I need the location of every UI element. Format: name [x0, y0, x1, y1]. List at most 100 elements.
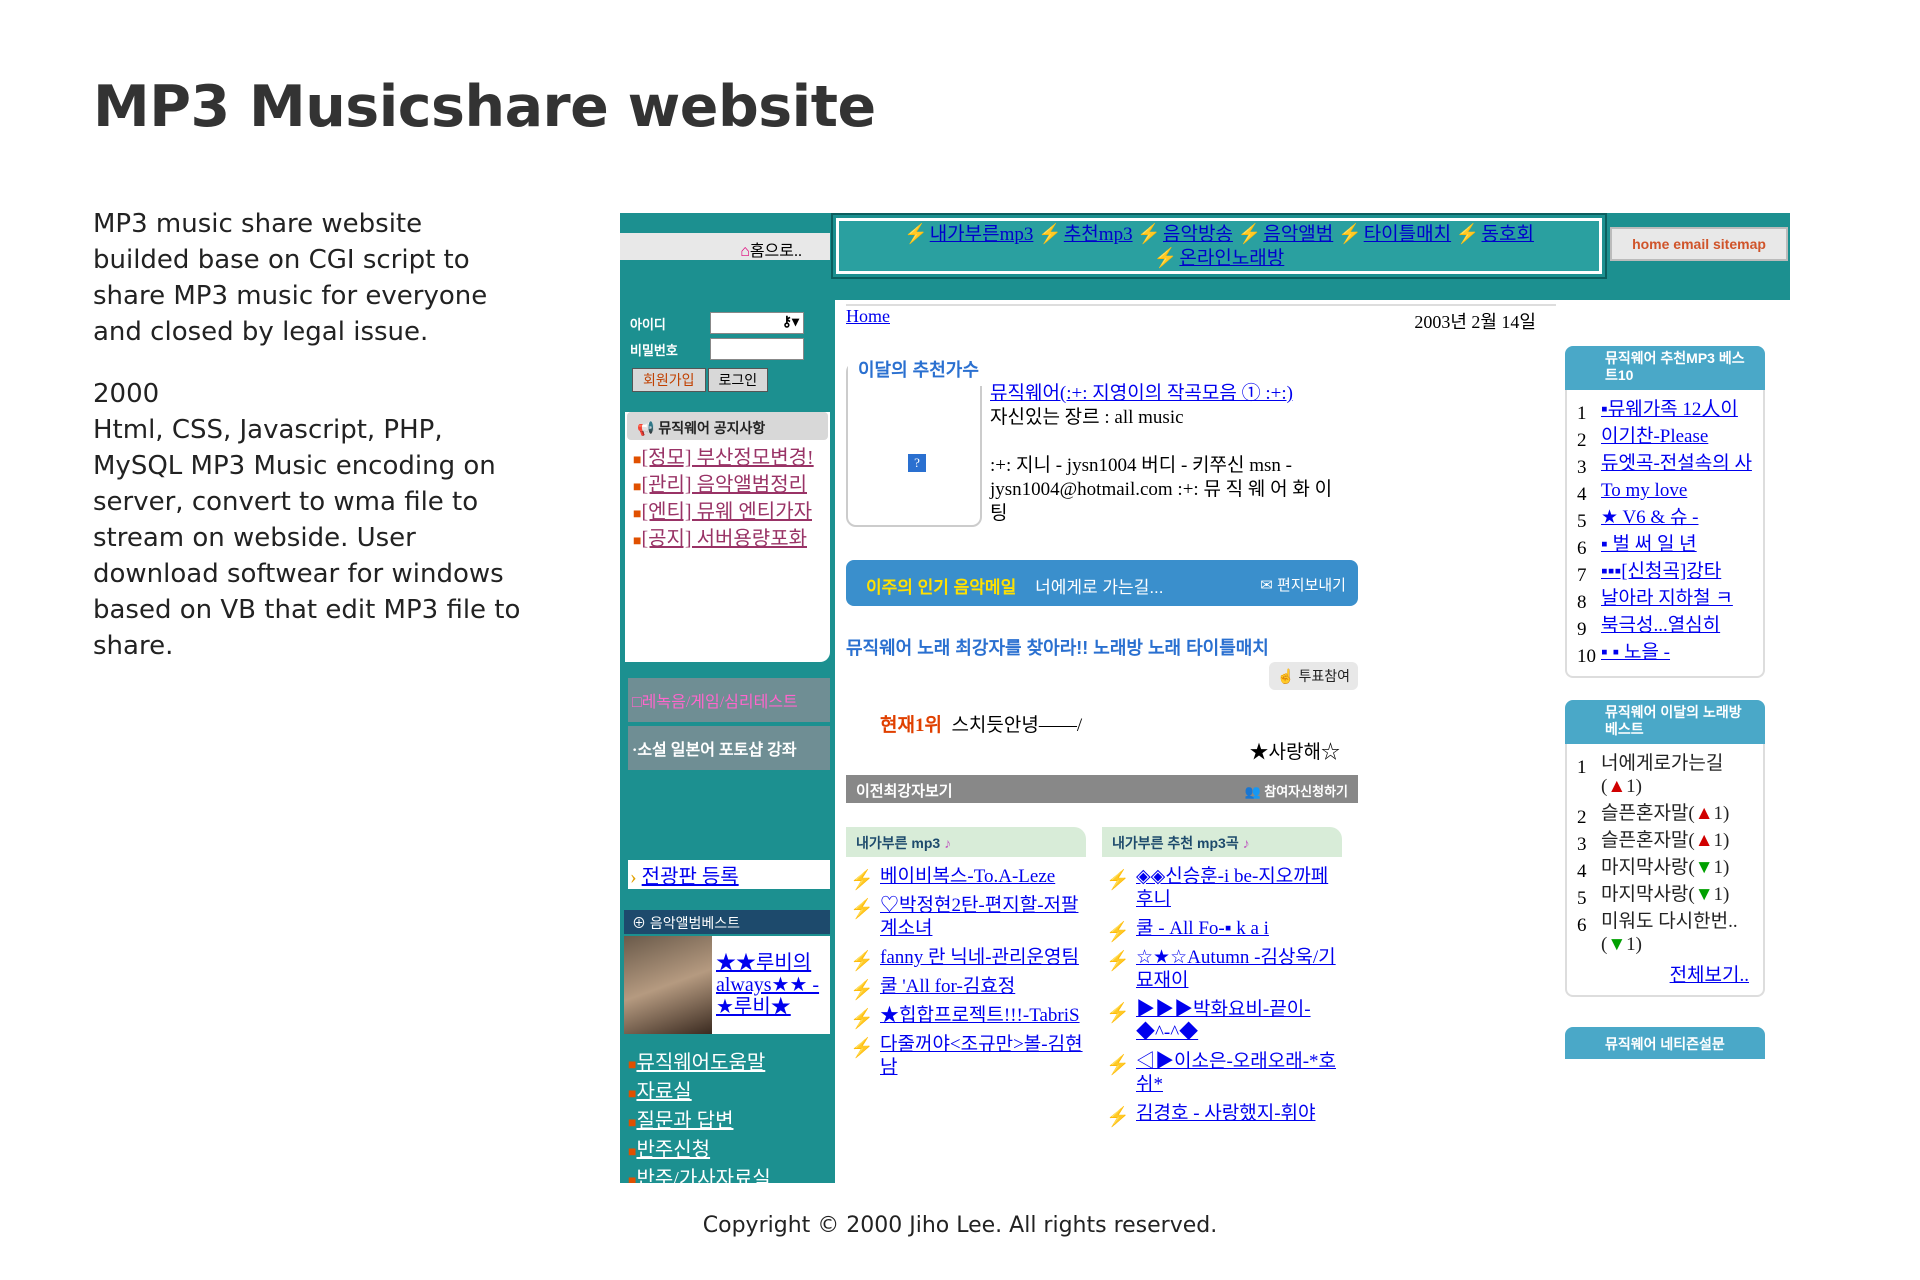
- rank-link[interactable]: To my love: [1601, 480, 1687, 501]
- list-item: ⚡ fanny 란 닉네-관리운영팀: [846, 946, 1086, 972]
- survey-header-text[interactable]: 뮤직웨어 네티즌설문: [1605, 1036, 1725, 1052]
- register-link[interactable]: 전광판 등록: [642, 866, 739, 888]
- top-right-links[interactable]: home email sitemap: [1610, 227, 1788, 261]
- plus-icon: ⊕: [632, 915, 650, 931]
- song-link[interactable]: 베이비복스-To.A-Leze: [880, 866, 1055, 887]
- nav-link[interactable]: 온라인노래방: [1179, 248, 1284, 269]
- featured-artist-link[interactable]: 뮤직웨어(:+: 지영이의 작곡모음 ① :+:): [990, 383, 1293, 404]
- rank-link[interactable]: ▪ 벌 써 일 년: [1601, 534, 1697, 555]
- album-cover[interactable]: [624, 936, 712, 1034]
- vote-button-text[interactable]: 투표참여: [1298, 668, 1350, 684]
- list-item: ⚡ ◈◈신승훈-i be-지오까페후니: [1102, 865, 1342, 911]
- rank-link[interactable]: ▪ ▪ 노을 -: [1601, 642, 1670, 663]
- side-menu-link[interactable]: 반주신청: [636, 1139, 710, 1161]
- song-link[interactable]: 쿨 'All for-김효정: [880, 976, 1015, 997]
- banner-games-text[interactable]: □레녹음/게임/심리테스트: [632, 694, 798, 711]
- karaoke-title: 너에게로가는길: [1601, 753, 1724, 774]
- list-item: ⚡ 쿨 - All Fo-▪ k a i: [1102, 917, 1342, 943]
- side-menu-link[interactable]: 뮤직웨어도움말: [636, 1052, 765, 1074]
- rank-number: 5: [1577, 511, 1587, 532]
- notice-link[interactable]: [정모] 부산정모변경!: [641, 447, 813, 469]
- notice-link[interactable]: [관리] 음악앨범정리: [641, 474, 807, 496]
- rank-number: 4: [1577, 484, 1587, 505]
- rank-change: 1: [1713, 803, 1724, 824]
- side-menu-link[interactable]: 질문과 답변: [636, 1110, 733, 1132]
- recommended-mp3-list: ⚡ ◈◈신승훈-i be-지오까페후니 ⚡ 쿨 - All Fo-▪ k a i ⚡ ☆★…: [1102, 857, 1342, 1128]
- main-nav: ⚡ 내가부른mp3 ⚡ 추천mp3 ⚡ 음악방송 ⚡ 음악앨범 ⚡ 타이틀매치 ⚡ 동호회 …: [831, 213, 1607, 279]
- send-letter-text[interactable]: 편지보내기: [1277, 577, 1346, 594]
- down-arrow-icon: ▼: [1694, 884, 1714, 905]
- rank-link[interactable]: 듀엣곡-전설속의 사: [1601, 453, 1752, 474]
- nav-link[interactable]: 타이틀매치: [1364, 224, 1451, 245]
- rank-link[interactable]: ★ V6 & 슈 -: [1601, 507, 1699, 528]
- join-button[interactable]: 회원가입: [632, 368, 706, 392]
- side-menu-link[interactable]: 자료실: [636, 1081, 691, 1103]
- banner-lessons[interactable]: ·소설 일본어 포토샵 강좌: [628, 726, 830, 770]
- song-link[interactable]: ☆★☆Autumn -김상욱/기묘재이: [1136, 947, 1336, 991]
- song-link[interactable]: ▶▶▶박화요비-끝이-◆^-^◆: [1136, 999, 1311, 1043]
- song-link[interactable]: fanny 란 닉네-관리운영팀: [880, 947, 1079, 968]
- featured-contact: :+: 지니 - jysn1004 버디 - 키쭈신 msn - jysn100…: [990, 455, 1333, 524]
- list-item: ⚡ 다줄꺼야<조규만>볼-김현남: [846, 1033, 1086, 1079]
- id-input[interactable]: ⚷▾: [710, 312, 804, 334]
- home-link[interactable]: 홈으로..: [750, 243, 802, 260]
- karaoke-list: 1 너에게로가는길(▲1) 2 슬픈혼자말(▲1) 3 슬픈혼자말(▲1) 4 마지막사랑(▼…: [1571, 752, 1759, 956]
- rank-link[interactable]: 이기찬-Please: [1601, 426, 1708, 447]
- song-link[interactable]: ♡박정현2탄-편지할-저팔계소녀: [880, 895, 1078, 939]
- rank-item: 7 ▪▪▪[신청곡]강타: [1571, 560, 1759, 586]
- karaoke-header-text: 뮤직웨어 이달의 노래방 베스트: [1605, 704, 1742, 737]
- side-menu-item: ■질문과 답변: [628, 1108, 771, 1137]
- rank-link[interactable]: ▪▪▪[신청곡]강타: [1601, 561, 1721, 582]
- rank-link[interactable]: 날아라 지하철 ㅋ: [1601, 588, 1733, 609]
- notice-link[interactable]: [엔티] 뮤웨 엔티가자: [641, 501, 812, 523]
- current-champion-label: 현재1위: [880, 715, 942, 736]
- previous-champions-link[interactable]: 이전최강자보기: [856, 783, 953, 800]
- music-note-icon: ♪: [944, 835, 952, 851]
- bolt-icon: ⚡: [1153, 248, 1178, 269]
- rank-link[interactable]: ▪뮤웨가족 12人이: [1601, 399, 1738, 420]
- bolt-icon: ⚡: [850, 1009, 874, 1030]
- bolt-icon: ⚡: [1455, 224, 1480, 245]
- song-link[interactable]: 김경호 - 사랑했지-휘야: [1136, 1103, 1315, 1124]
- banner-lessons-text[interactable]: ·소설 일본어 포토샵 강좌: [632, 742, 797, 759]
- view-all-link[interactable]: 전체보기..: [1670, 965, 1749, 986]
- login-button[interactable]: 로그인: [707, 368, 769, 392]
- song-link[interactable]: ★힙합프로젝트!!!-TabriS: [880, 1005, 1080, 1026]
- bolt-icon: ⚡: [850, 951, 874, 972]
- popular-mail-song[interactable]: 너에게로 가는길...: [1035, 578, 1163, 597]
- home-link-box[interactable]: ⌂홈으로..: [620, 233, 830, 260]
- bolt-icon: ⚡: [1038, 224, 1062, 245]
- vote-button[interactable]: ☝ 투표참여: [1269, 662, 1358, 690]
- bolt-icon: ⚡: [1137, 224, 1161, 245]
- song-link[interactable]: ◈◈신승훈-i be-지오까페후니: [1136, 866, 1328, 910]
- rank-item: 6 ▪ 벌 써 일 년: [1571, 533, 1759, 559]
- send-letter-button[interactable]: ✉ 편지보내기: [1260, 574, 1346, 595]
- popular-mail-title: 이주의 인기 음악메일: [866, 578, 1017, 597]
- apply-button[interactable]: 👥 참여자신청하기: [1244, 781, 1348, 800]
- rank-item: 9 북극성...열심히: [1571, 614, 1759, 640]
- rank-number: 8: [1577, 592, 1587, 613]
- nav-link[interactable]: 음악방송: [1163, 224, 1233, 245]
- survey-header[interactable]: 뮤직웨어 네티즌설문: [1565, 1027, 1765, 1059]
- song-link[interactable]: 다줄꺼야<조규만>볼-김현남: [880, 1034, 1083, 1078]
- notice-link[interactable]: [공지] 서버용량포화: [641, 528, 807, 550]
- nav-link[interactable]: 동호회: [1482, 224, 1534, 245]
- banner-games[interactable]: □레녹음/게임/심리테스트: [628, 678, 830, 722]
- popular-mail-bar[interactable]: 이주의 인기 음악메일 너에게로 가는길... ✉ 편지보내기: [846, 560, 1358, 606]
- home-breadcrumb-link[interactable]: Home: [846, 306, 890, 326]
- karaoke-title: 슬픈혼자말: [1601, 830, 1689, 851]
- bolt-icon: ⚡: [1338, 224, 1362, 245]
- nav-link[interactable]: 음악앨범: [1263, 224, 1333, 245]
- song-link[interactable]: ◁▶이소은-오래오래-*호쉬*: [1136, 1051, 1336, 1095]
- rank-link[interactable]: 북극성...열심히: [1601, 615, 1720, 636]
- nav-link[interactable]: 내가부른mp3: [930, 224, 1034, 245]
- apply-button-text[interactable]: 참여자신청하기: [1264, 784, 1348, 799]
- list-item: ⚡ 쿨 'All for-김효정: [846, 975, 1086, 1001]
- song-link[interactable]: 쿨 - All Fo-▪ k a i: [1136, 918, 1269, 939]
- previous-champions-bar[interactable]: 이전최강자보기 👥 참여자신청하기: [846, 775, 1358, 803]
- album-title-link[interactable]: ★★루비의 always★★ - ★루비★: [716, 952, 819, 1018]
- password-input[interactable]: [710, 338, 804, 360]
- envelope-icon: ✉: [1260, 577, 1277, 594]
- nav-link[interactable]: 추천mp3: [1064, 224, 1133, 245]
- side-menu-link[interactable]: 반주/가사자료실: [636, 1168, 770, 1183]
